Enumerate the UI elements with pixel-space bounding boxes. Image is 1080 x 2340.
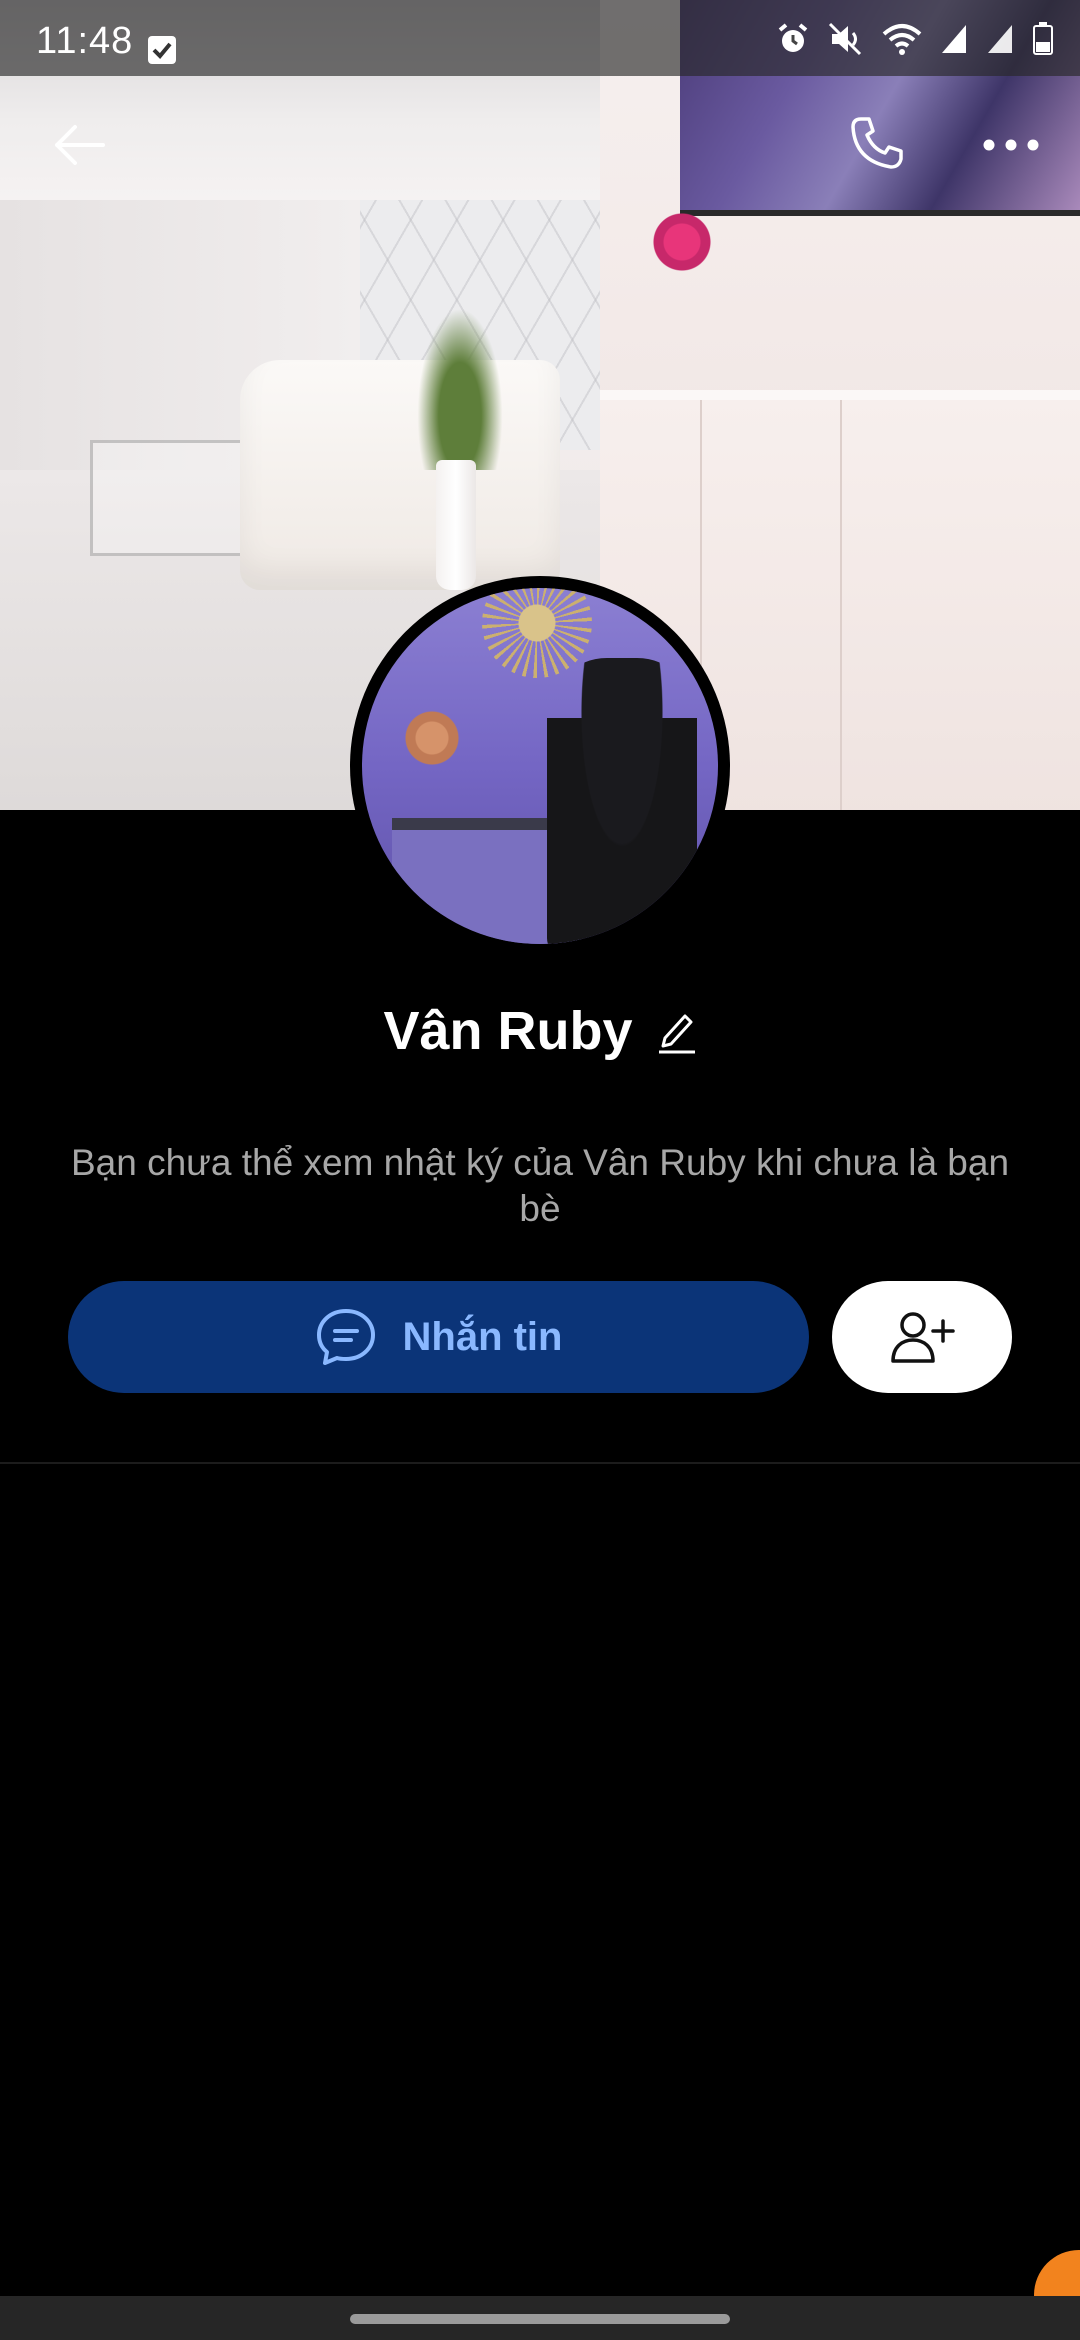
avatar-person bbox=[547, 658, 697, 944]
signal-icon bbox=[942, 25, 966, 53]
signal-icon-2 bbox=[988, 25, 1012, 53]
wifi-icon bbox=[882, 24, 922, 55]
status-bar: 11:48 bbox=[0, 0, 1080, 76]
add-friend-button[interactable] bbox=[832, 1281, 1012, 1393]
mute-icon bbox=[828, 22, 862, 56]
back-button[interactable] bbox=[44, 110, 114, 180]
section-divider bbox=[0, 1462, 1080, 1464]
status-time: 11:48 bbox=[36, 20, 134, 62]
status-icons bbox=[776, 22, 1054, 56]
avatar-wall-clock bbox=[482, 588, 592, 678]
avatar-flowers bbox=[402, 708, 462, 768]
arrow-left-icon bbox=[55, 125, 105, 165]
message-button-label: Nhắn tin bbox=[402, 1314, 563, 1359]
cover-flowers bbox=[650, 210, 730, 290]
cover-sofa bbox=[240, 360, 560, 590]
call-button[interactable] bbox=[842, 108, 912, 178]
chat-bubble-icon bbox=[316, 1309, 375, 1365]
more-horizontal-icon bbox=[983, 139, 1039, 151]
profile-actions: Nhắn tin bbox=[68, 1281, 1012, 1393]
privacy-notice: Bạn chưa thể xem nhật ký của Vân Ruby kh… bbox=[70, 1142, 1010, 1229]
profile-name-row: Vân Ruby bbox=[0, 1000, 1080, 1062]
alarm-icon bbox=[778, 23, 808, 52]
message-button[interactable]: Nhắn tin bbox=[68, 1281, 809, 1393]
more-button[interactable] bbox=[976, 110, 1046, 180]
avatar[interactable] bbox=[350, 576, 730, 956]
pencil-icon[interactable] bbox=[657, 1008, 697, 1054]
home-indicator[interactable] bbox=[350, 2314, 730, 2324]
phone-icon bbox=[851, 117, 903, 169]
avatar-photo bbox=[362, 588, 718, 944]
profile-name: Vân Ruby bbox=[383, 1001, 633, 1061]
cover-vase bbox=[436, 460, 476, 590]
checkbox-icon bbox=[148, 36, 176, 64]
cover-plant bbox=[410, 290, 510, 470]
add-user-icon bbox=[891, 1312, 955, 1363]
battery-icon bbox=[1033, 22, 1053, 55]
